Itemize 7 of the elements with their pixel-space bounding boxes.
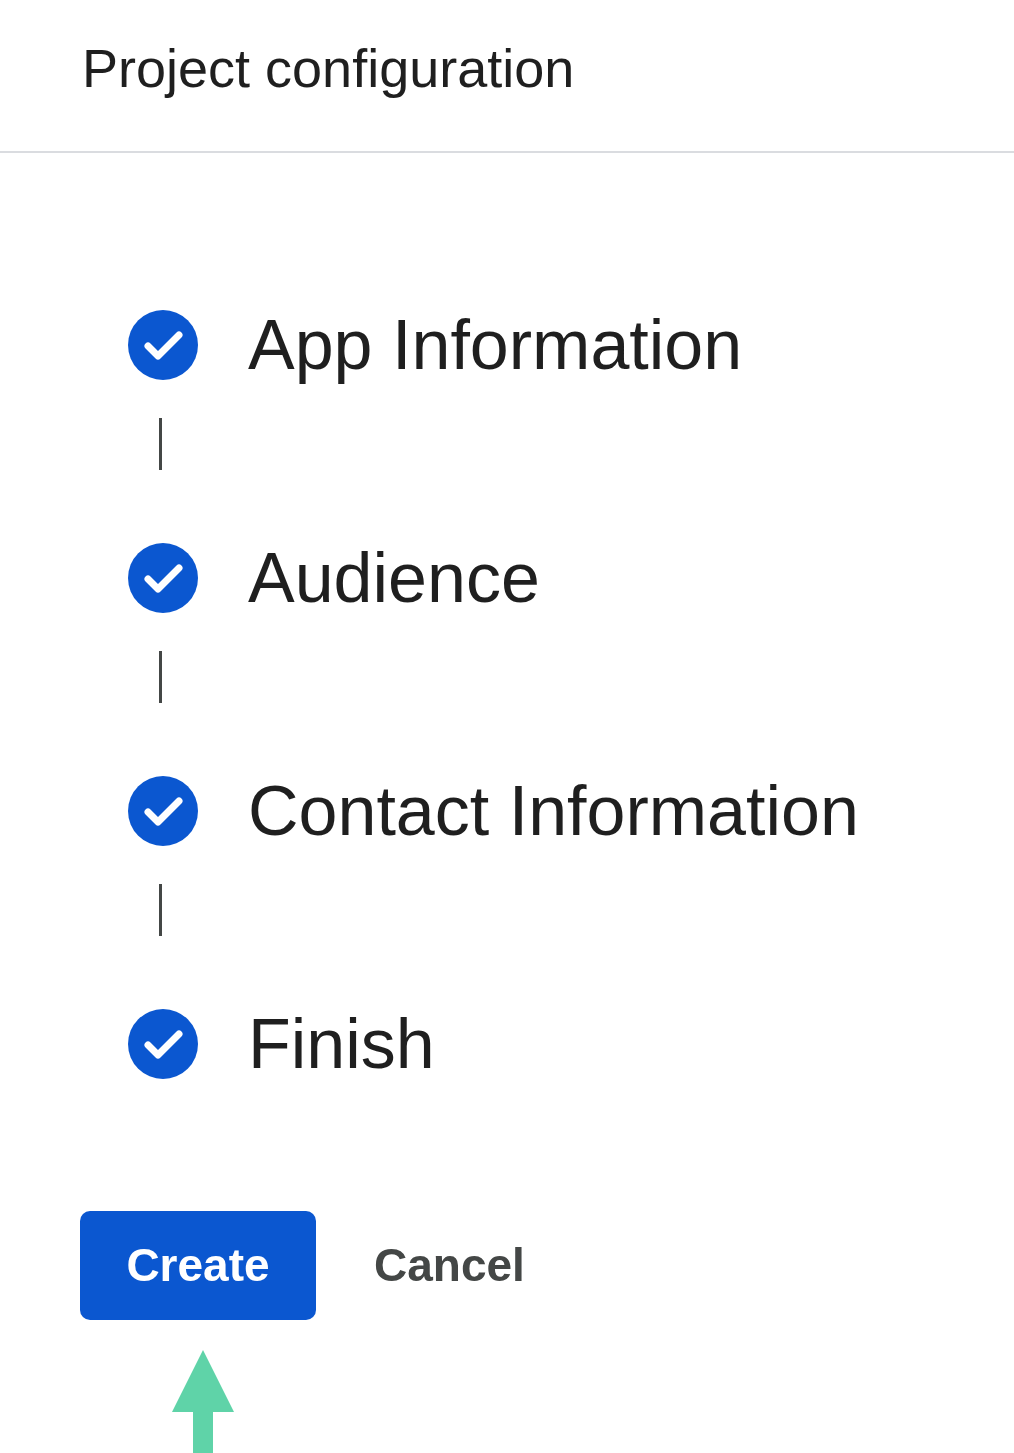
step-label: Finish [248,1004,435,1084]
page-title: Project configuration [82,38,575,98]
cancel-button[interactable]: Cancel [366,1211,533,1320]
step-label: Audience [248,538,540,618]
create-button[interactable]: Create [80,1211,316,1320]
step-label: Contact Information [248,771,859,851]
step-label: App Information [248,305,743,385]
